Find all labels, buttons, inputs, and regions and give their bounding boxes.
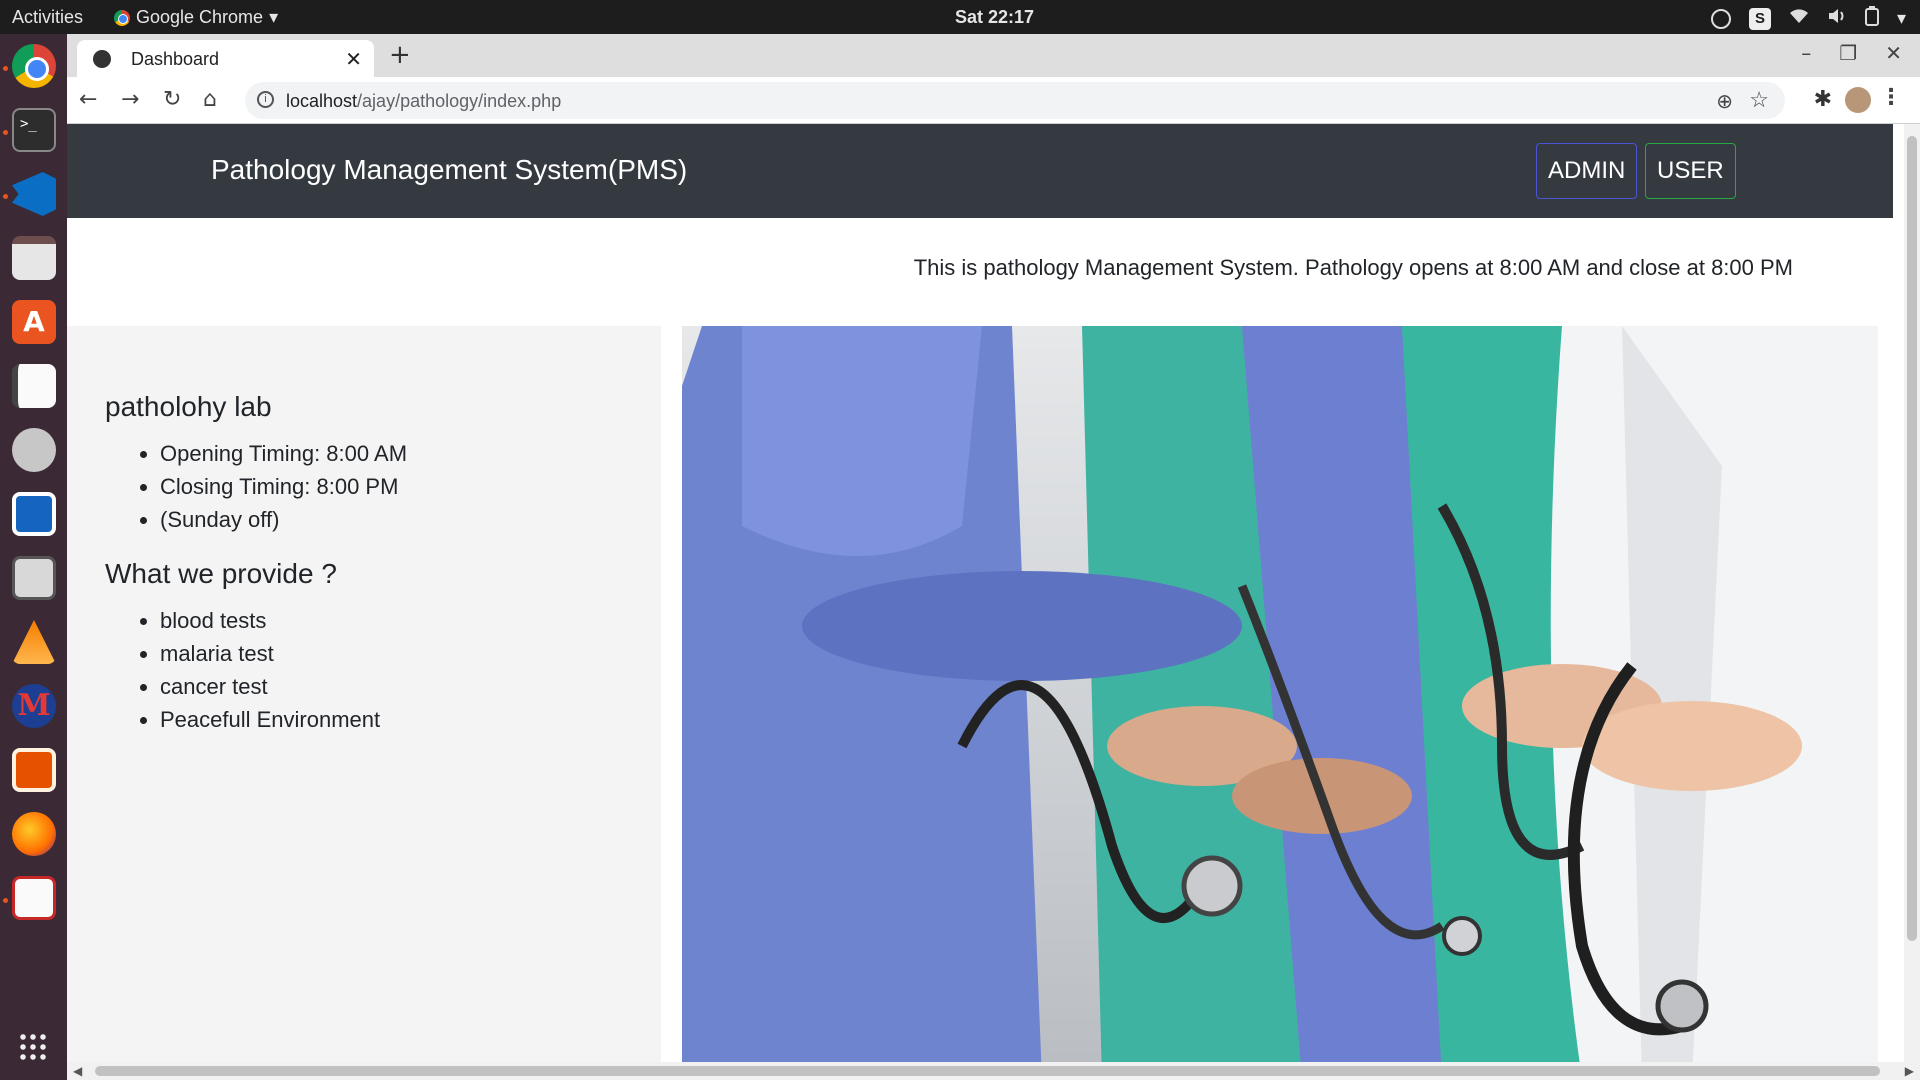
tab-title: Dashboard — [131, 49, 220, 69]
vlc-icon[interactable] — [12, 620, 56, 664]
list-item: blood tests — [160, 604, 661, 637]
window-controls: – ❐ ✕ — [1801, 41, 1902, 65]
wifi-icon[interactable] — [1789, 8, 1809, 29]
running-indicator — [3, 66, 8, 71]
document-viewer-icon[interactable] — [12, 876, 56, 920]
provide-heading: What we provide ? — [105, 558, 337, 589]
firefox-icon[interactable] — [12, 812, 56, 856]
minimize-icon[interactable]: – — [1801, 41, 1811, 65]
list-item: (Sunday off) — [160, 503, 661, 536]
chevron-down-icon[interactable]: ▾ — [1897, 8, 1906, 29]
vertical-scrollbar[interactable] — [1904, 124, 1920, 1062]
app-menu-label: Google Chrome — [136, 7, 264, 27]
software-store-icon[interactable]: A — [12, 300, 56, 344]
extensions-icon[interactable]: ✱ — [1814, 87, 1832, 112]
close-icon[interactable]: ✕ — [1885, 41, 1902, 65]
battery-icon[interactable] — [1864, 6, 1879, 31]
browser-toolbar: ← → ↻ ⌂ i localhost/ajay/pathology/index… — [67, 77, 1920, 124]
menu-icon[interactable]: ⋮ — [1880, 85, 1902, 110]
skype-icon[interactable]: S — [1748, 7, 1771, 30]
list-item: cancer test — [160, 670, 661, 703]
doctors-illustration — [682, 326, 1878, 1080]
tab-dashboard[interactable]: Dashboard ✕ — [77, 40, 374, 77]
url-text[interactable]: localhost/ajay/pathology/index.php — [286, 91, 561, 112]
new-tab-button[interactable]: + — [389, 40, 411, 70]
chevron-down-icon: ▾ — [269, 7, 279, 27]
dock: >_ A M — [0, 34, 67, 1080]
files-icon[interactable] — [12, 236, 56, 280]
page-viewport: Pathology Management System(PMS) ADMIN U… — [67, 124, 1920, 1080]
impress-icon[interactable] — [12, 748, 56, 792]
list-item: Peacefull Environment — [160, 703, 661, 736]
navbar: Pathology Management System(PMS) ADMIN U… — [67, 124, 1893, 218]
address-bar[interactable]: i localhost/ajay/pathology/index.php ⊕ ☆ — [245, 82, 1785, 119]
announcement-text: This is pathology Management System. Pat… — [913, 255, 1793, 280]
list-item: malaria test — [160, 637, 661, 670]
list-item: Closing Timing: 8:00 PM — [160, 470, 661, 503]
m-app-icon[interactable]: M — [12, 684, 56, 728]
system-top-bar: Activities Google Chrome ▾ Sat 22:17 S ▾ — [0, 0, 1920, 34]
volume-icon[interactable] — [1827, 8, 1847, 29]
activities-button[interactable]: Activities — [12, 7, 83, 28]
apps-grid-icon[interactable] — [18, 1032, 48, 1062]
admin-button[interactable]: ADMIN — [1536, 143, 1638, 199]
reload-icon[interactable]: ↻ — [163, 87, 181, 112]
chrome-icon — [114, 9, 130, 26]
url-path: /ajay/pathology/index.php — [357, 91, 562, 111]
avatar[interactable] — [1845, 87, 1871, 113]
system-tray[interactable]: S ▾ — [1710, 6, 1906, 31]
lab-timing-list: Opening Timing: 8:00 AM Closing Timing: … — [105, 437, 661, 536]
app-menu[interactable]: Google Chrome ▾ — [114, 7, 278, 28]
restore-icon[interactable]: ❐ — [1839, 41, 1857, 65]
running-indicator — [3, 898, 8, 903]
lab-heading: patholohy lab — [105, 391, 272, 422]
doctors-hero-image — [682, 326, 1878, 1080]
tools-icon[interactable] — [12, 428, 56, 472]
chrome-icon[interactable] — [12, 44, 56, 88]
back-icon[interactable]: ← — [79, 87, 97, 112]
horizontal-scrollbar[interactable]: ◀ ▶ — [67, 1062, 1920, 1080]
text-editor-icon[interactable] — [12, 364, 56, 408]
scrollbar-thumb[interactable] — [1907, 136, 1917, 941]
vscode-icon[interactable] — [12, 172, 56, 216]
tab-strip: Dashboard ✕ + – ❐ ✕ — [67, 34, 1920, 77]
forward-icon[interactable]: → — [121, 87, 139, 112]
close-icon[interactable]: ✕ — [345, 47, 362, 72]
running-indicator — [3, 130, 8, 135]
globe-icon — [93, 50, 111, 68]
list-item: Opening Timing: 8:00 AM — [160, 437, 661, 470]
services-list: blood tests malaria test cancer test Pea… — [105, 604, 661, 736]
scroll-right-icon[interactable]: ▶ — [1905, 1064, 1914, 1078]
scrollbar-thumb[interactable] — [95, 1066, 1880, 1076]
writer-icon[interactable] — [12, 492, 56, 536]
calculator-icon[interactable] — [12, 556, 56, 600]
home-icon[interactable]: ⌂ — [203, 87, 217, 112]
brand-title[interactable]: Pathology Management System(PMS) — [211, 154, 687, 186]
terminal-icon[interactable]: >_ — [12, 108, 56, 152]
user-button[interactable]: USER — [1645, 143, 1736, 199]
clock[interactable]: Sat 22:17 — [955, 7, 1034, 28]
accessibility-icon[interactable] — [1710, 8, 1731, 29]
url-host: localhost — [286, 91, 358, 111]
scroll-left-icon[interactable]: ◀ — [73, 1064, 82, 1078]
zoom-icon[interactable]: ⊕ — [1716, 89, 1733, 114]
info-icon[interactable]: i — [257, 91, 274, 108]
info-sidebar: patholohy lab Opening Timing: 8:00 AM Cl… — [67, 326, 661, 1080]
bookmark-star-icon[interactable]: ☆ — [1749, 87, 1769, 113]
running-indicator — [3, 194, 8, 199]
